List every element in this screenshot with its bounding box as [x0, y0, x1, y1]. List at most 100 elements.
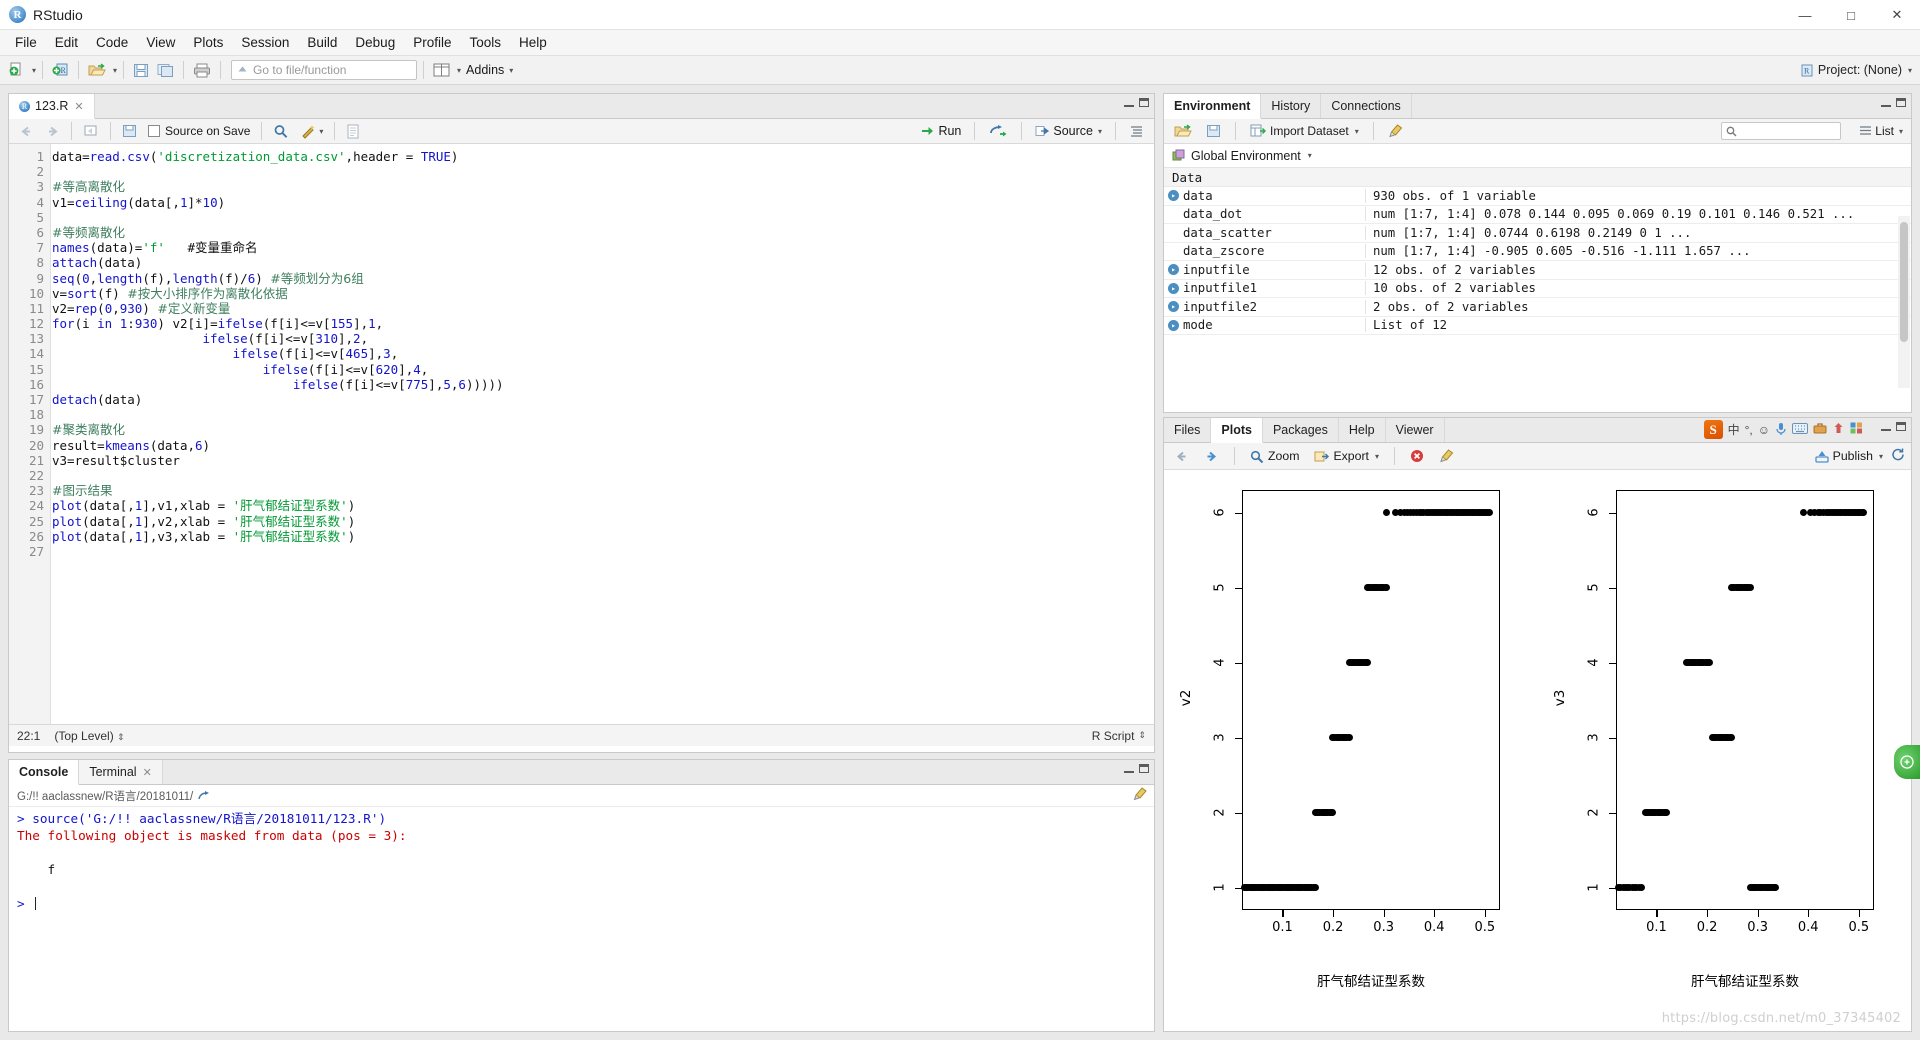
environment-search-input[interactable] [1721, 122, 1841, 140]
ime-punctuation-icon[interactable]: °, [1745, 423, 1753, 437]
environment-row[interactable]: ▸ mode List of 12 [1164, 317, 1911, 335]
close-button[interactable]: ✕ [1874, 0, 1920, 30]
environment-row[interactable]: data_dot num [1:7, 1:4] 0.078 0.144 0.095… [1164, 206, 1911, 224]
source-tab-close-icon[interactable]: ✕ [74, 100, 83, 113]
menu-help[interactable]: Help [510, 32, 556, 53]
code-line[interactable]: seq(0,length(f),length(f)/6) #等频划分为6组 [52, 271, 1154, 286]
code-line[interactable]: #图示结果 [52, 483, 1154, 498]
file-type-selector[interactable]: R Script ⇕ [1092, 729, 1146, 743]
code-line[interactable]: v3=result$cluster [52, 453, 1154, 468]
environment-variable-list[interactable]: ▸ data 930 obs. of 1 variable data_dot num [… [1164, 187, 1911, 335]
code-line[interactable]: #等高离散化 [52, 179, 1154, 194]
source-tab-123r[interactable]: R 123.R ✕ [9, 94, 95, 119]
menu-view[interactable]: View [137, 32, 184, 53]
code-line[interactable]: result=kmeans(data,6) [52, 438, 1154, 453]
code-content[interactable]: data=read.csv('discretization_data.csv',… [52, 144, 1154, 559]
source-button[interactable]: Source ▾ [1031, 122, 1106, 140]
code-line[interactable]: #聚类离散化 [52, 422, 1154, 437]
code-line[interactable] [52, 164, 1154, 179]
environment-scope-selector[interactable]: Global Environment ▾ [1164, 144, 1911, 168]
save-source-icon[interactable] [118, 122, 141, 140]
sogou-ime-logo-icon[interactable]: S [1703, 420, 1723, 439]
code-line[interactable]: data=read.csv('discretization_data.csv',… [52, 149, 1154, 164]
plot-previous-icon[interactable] [1170, 448, 1193, 465]
save-all-button[interactable] [154, 59, 177, 81]
code-line[interactable]: names(data)='f' #变量重命名 [52, 240, 1154, 255]
new-project-button[interactable]: R [49, 59, 72, 81]
plot-export-button[interactable]: Export ▾ [1310, 447, 1383, 465]
floating-side-badge[interactable] [1894, 745, 1920, 779]
environment-minimize-icon[interactable] [1881, 99, 1891, 107]
ime-mic-icon[interactable] [1775, 422, 1787, 438]
expand-icon[interactable]: ▸ [1164, 190, 1183, 202]
code-line[interactable]: ifelse(f[i]<=v[310],2, [52, 331, 1154, 346]
plot-publish-button[interactable]: Publish ▾ [1814, 449, 1883, 463]
plot-next-icon[interactable] [1200, 448, 1223, 465]
menu-tools[interactable]: Tools [460, 32, 510, 53]
environment-row[interactable]: ▸ inputfile1 10 obs. of 2 variables [1164, 280, 1911, 298]
tab-packages[interactable]: Packages [1262, 418, 1339, 442]
save-workspace-icon[interactable] [1202, 122, 1225, 140]
environment-maximize-icon[interactable] [1896, 98, 1906, 107]
code-line[interactable]: for(i in 1:930) v2[i]=ifelse(f[i]<=v[155… [52, 316, 1154, 331]
import-dataset-button[interactable]: Import Dataset ▾ [1246, 122, 1363, 140]
tab-console[interactable]: Console [9, 760, 80, 785]
back-arrow-icon[interactable] [15, 123, 38, 140]
expand-icon[interactable]: ▸ [1164, 282, 1183, 294]
code-line[interactable]: detach(data) [52, 392, 1154, 407]
tab-history[interactable]: History [1261, 94, 1322, 118]
code-line[interactable]: plot(data[,1],v1,xlab = '肝气郁结证型系数') [52, 498, 1154, 513]
document-outline-icon[interactable] [1125, 123, 1148, 140]
terminal-tab-close-icon[interactable]: ✕ [143, 766, 152, 779]
code-line[interactable]: v=sort(f) #按大小排序作为离散化依据 [52, 286, 1154, 301]
environment-row[interactable]: ▸ inputfile 12 obs. of 2 variables [1164, 261, 1911, 280]
expand-icon[interactable]: ▸ [1164, 319, 1183, 331]
console-minimize-icon[interactable] [1124, 765, 1134, 773]
menu-profile[interactable]: Profile [404, 32, 460, 53]
environment-list-view-button[interactable]: List ▾ [1859, 124, 1903, 138]
console-clear-icon[interactable] [1133, 787, 1148, 804]
tab-help[interactable]: Help [1338, 418, 1386, 442]
maximize-button[interactable]: □ [1828, 0, 1874, 30]
console-maximize-icon[interactable] [1139, 764, 1149, 773]
environment-row[interactable]: data_scatter num [1:7, 1:4] 0.0744 0.6198… [1164, 224, 1911, 243]
source-on-save-checkbox[interactable]: Source on Save [144, 122, 254, 140]
plot-remove-button[interactable] [1406, 447, 1428, 465]
new-file-button[interactable] [6, 59, 28, 81]
expand-icon[interactable]: ▸ [1164, 264, 1183, 276]
plots-maximize-icon[interactable] [1896, 422, 1906, 431]
code-line[interactable]: ifelse(f[i]<=v[465],3, [52, 346, 1154, 361]
open-directory-icon[interactable] [198, 790, 211, 801]
compile-report-icon[interactable] [342, 122, 364, 141]
source-maximize-icon[interactable] [1139, 98, 1149, 107]
environment-row[interactable]: data_zscore num [1:7, 1:4] -0.905 0.605 -… [1164, 243, 1911, 261]
plots-minimize-icon[interactable] [1881, 423, 1891, 431]
code-line[interactable]: plot(data[,1],v2,xlab = '肝气郁结证型系数') [52, 514, 1154, 529]
ime-grid-icon[interactable] [1850, 422, 1863, 437]
tab-files[interactable]: Files [1164, 418, 1212, 442]
show-in-new-window-icon[interactable] [79, 122, 103, 140]
environment-row[interactable]: ▸ data 930 obs. of 1 variable [1164, 187, 1911, 206]
code-line[interactable] [52, 468, 1154, 483]
code-line[interactable] [52, 407, 1154, 422]
tab-plots[interactable]: Plots [1211, 418, 1263, 443]
tab-terminal[interactable]: Terminal ✕ [79, 760, 163, 784]
project-selector[interactable]: R Project: (None) ▾ [1800, 63, 1912, 77]
code-line[interactable] [52, 544, 1154, 559]
ime-toolbox-icon[interactable] [1813, 422, 1827, 437]
menu-build[interactable]: Build [298, 32, 346, 53]
menu-file[interactable]: File [6, 32, 46, 53]
load-workspace-icon[interactable] [1170, 122, 1196, 141]
code-line[interactable]: ifelse(f[i]<=v[620],4, [52, 362, 1154, 377]
addins-button[interactable]: Addins ▾ [463, 59, 516, 81]
code-line[interactable]: v2=rep(0,930) #定义新变量 [52, 301, 1154, 316]
code-editor[interactable]: 1 2 3 4 5 6 7 8 9 10 11 12 13 14 15 16 17 18 19 20 21 22 23 24 2… [9, 144, 1154, 724]
open-file-chevron-down-icon[interactable]: ▾ [113, 66, 117, 75]
panes-chevron-down-icon[interactable]: ▾ [457, 66, 461, 75]
source-minimize-icon[interactable] [1124, 99, 1134, 107]
print-button[interactable] [190, 59, 214, 81]
environment-row[interactable]: ▸ inputfile2 2 obs. of 2 variables [1164, 298, 1911, 317]
find-replace-icon[interactable] [269, 122, 293, 141]
minimize-button[interactable]: — [1782, 0, 1828, 30]
menu-plots[interactable]: Plots [184, 32, 232, 53]
